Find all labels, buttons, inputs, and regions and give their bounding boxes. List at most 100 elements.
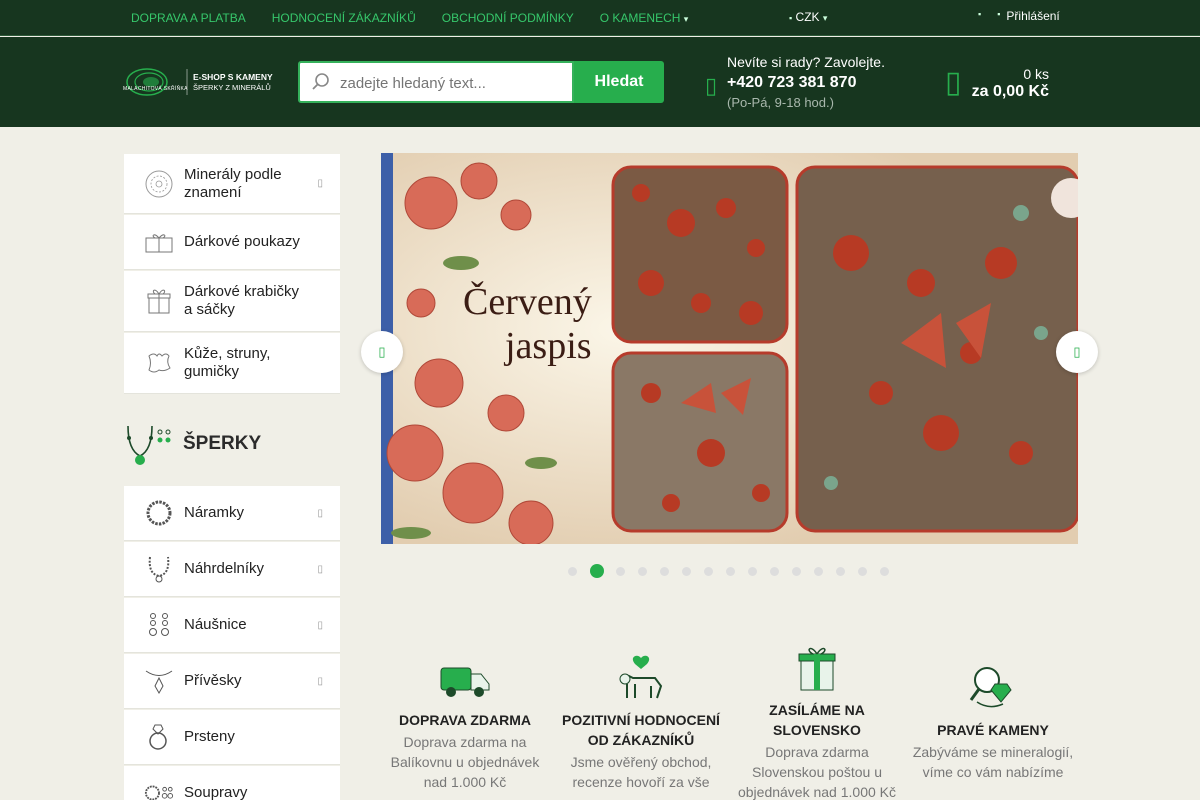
feature-positive-reviews: POZITIVNÍ HODNOCENÍ OD ZÁKAZNÍKŮ Jsme ov… <box>556 650 726 792</box>
sidebar-item-gift-boxes[interactable]: Dárkové krabičky a sáčky <box>124 271 340 332</box>
sidebar-item-jewelry-sets[interactable]: Soupravy <box>124 766 340 800</box>
pendant-icon <box>144 666 174 696</box>
slide-title-line1: Červený <box>463 281 592 323</box>
feature-text: Doprava zdarma na Balíkovnu u objednávek… <box>390 734 540 790</box>
arrow-right-icon: ▯ <box>1073 344 1081 359</box>
carousel-dot[interactable] <box>638 566 647 576</box>
nav-link-about-stones-label: O KAMENECH <box>599 11 681 25</box>
contact-prompt: Nevíte si rady? Zavolejte. <box>727 54 885 70</box>
carousel-dot[interactable] <box>880 566 889 576</box>
login-label: Přihlášení <box>1006 9 1060 23</box>
nav-link-reviews[interactable]: HODNOCENÍ ZÁKAZNÍKŮ <box>272 11 416 25</box>
bracelet-icon <box>144 498 174 528</box>
cart-widget[interactable]: ▯ 0 ks za 0,00 Kč <box>945 63 1055 107</box>
leather-icon <box>144 348 174 378</box>
gift-voucher-icon <box>144 227 174 257</box>
carousel-dots <box>568 564 902 578</box>
sidebar-item-gift-vouchers[interactable]: Dárkové poukazy <box>124 215 340 270</box>
feature-title: DOPRAVA ZDARMA <box>399 712 531 728</box>
feature-title: POZITIVNÍ HODNOCENÍ OD ZÁKAZNÍKŮ <box>562 712 720 748</box>
sidebar-item-label: Minerály podle znamení <box>184 165 282 201</box>
logo-icon <box>126 68 188 96</box>
user-icon: ▪ <box>978 9 982 19</box>
feature-title: ZASÍLÁME NA SLOVENSKO <box>769 702 865 738</box>
carousel-next-button[interactable]: ▯ <box>1056 331 1098 373</box>
ring-icon <box>144 722 174 752</box>
slide-title-line2: jaspis <box>505 325 592 367</box>
contact-info: ▯ Nevíte si rady? Zavolejte. +420 723 38… <box>705 53 905 113</box>
zodiac-icon <box>144 169 174 199</box>
nav-link-shipping[interactable]: DOPRAVA A PLATBA <box>131 11 246 25</box>
nav-link-terms[interactable]: OBCHODNÍ PODMÍNKY <box>442 11 574 25</box>
currency-icon: ▪ <box>789 13 793 23</box>
search-input[interactable] <box>340 72 565 94</box>
feature-text: Jsme ověřený obchod, recenze hovoří za v… <box>570 754 712 790</box>
necklace-emblem-icon <box>124 420 174 473</box>
feature-genuine-stones: PRAVÉ KAMENY Zabýváme se mineralogií, ví… <box>908 660 1078 782</box>
carousel-dot[interactable] <box>616 566 625 576</box>
feature-text: Zabýváme se mineralogií, víme co vám nab… <box>912 744 1074 780</box>
feature-free-shipping: DOPRAVA ZDARMA Doprava zdarma na Balíkov… <box>380 650 550 792</box>
jewelry-set-icon <box>144 778 174 800</box>
hero-slide[interactable]: Červený jaspis <box>381 153 1078 544</box>
carousel-dot[interactable] <box>814 566 823 576</box>
carousel-dot[interactable] <box>568 566 577 576</box>
nav-link-about-stones[interactable]: O KAMENECH ▾ <box>600 11 689 25</box>
hero-slide-image <box>381 153 1078 544</box>
happy-dog-icon <box>556 650 726 702</box>
sidebar-item-earrings[interactable]: Náušnice ▯ <box>124 598 340 653</box>
carousel-dot[interactable] <box>792 566 801 576</box>
login-link[interactable]: ▪ ▪ Přihlášení <box>978 9 1060 23</box>
chevron-right-icon: ▯ <box>317 619 323 631</box>
sidebar-item-zodiac-minerals[interactable]: Minerály podle znamení ▯ <box>124 154 340 214</box>
sidebar-item-pendants[interactable]: Přívěsky ▯ <box>124 654 340 709</box>
earrings-icon <box>144 610 174 640</box>
cart-count: 0 ks <box>1023 66 1049 82</box>
carousel-dot[interactable] <box>836 566 845 576</box>
sidebar-item-label: Soupravy <box>184 784 248 800</box>
currency-label: CZK <box>795 10 820 24</box>
carousel-prev-button[interactable]: ▯ <box>361 331 403 373</box>
magnifier-gem-icon <box>908 660 1078 712</box>
carousel-dot[interactable] <box>858 566 867 576</box>
search-icon <box>311 72 331 97</box>
feature-ship-to-slovakia: ZASÍLÁME NA SLOVENSKO Doprava zdarma Slo… <box>732 640 902 800</box>
contact-phone[interactable]: +420 723 381 870 <box>727 74 856 92</box>
carousel-dot[interactable] <box>748 566 757 576</box>
cart-icon: ▯ <box>945 66 962 99</box>
gift-box-icon <box>144 286 174 316</box>
logo-tagline-2: ŠPERKY Z MINERÁLŮ <box>193 83 271 92</box>
chevron-right-icon: ▯ <box>317 563 323 575</box>
chevron-down-icon: ▾ <box>683 14 689 24</box>
site-logo[interactable]: MALACHITOVÁ SKŘÍŇKA E-SHOP S KAMENY ŠPER… <box>123 64 283 100</box>
cart-total: za 0,00 Kč <box>971 83 1049 100</box>
contact-hours: (Po-Pá, 9-18 hod.) <box>727 95 834 110</box>
phone-icon: ▯ <box>705 73 718 98</box>
sidebar-item-necklaces[interactable]: Náhrdelníky ▯ <box>124 542 340 597</box>
sidebar-item-rings[interactable]: Prsteny <box>124 710 340 765</box>
search-box <box>298 61 574 103</box>
sidebar-item-leather-cords[interactable]: Kůže, struny, gumičky <box>124 333 340 394</box>
carousel-dot[interactable] <box>704 566 713 576</box>
carousel-dot[interactable] <box>726 566 735 576</box>
logo-tagline-1: E-SHOP S KAMENY <box>193 72 273 82</box>
feature-title: PRAVÉ KAMENY <box>937 722 1049 738</box>
chevron-down-icon: ▾ <box>822 13 828 23</box>
feature-text: Doprava zdarma Slovenskou poštou u objed… <box>737 744 896 800</box>
chevron-right-icon: ▯ <box>317 675 323 687</box>
jewelry-section-heading: ŠPERKY <box>124 420 340 470</box>
currency-selector[interactable]: ▪ CZK ▾ <box>789 10 827 24</box>
carousel-dot[interactable] <box>770 566 779 576</box>
carousel-dot[interactable] <box>590 564 604 578</box>
delivery-van-icon <box>380 650 550 702</box>
carousel-dot[interactable] <box>682 566 691 576</box>
search-button[interactable]: Hledat <box>574 61 664 103</box>
top-bar: DOPRAVA A PLATBA HODNOCENÍ ZÁKAZNÍKŮ OBC… <box>0 0 1200 36</box>
sidebar-item-bracelets[interactable]: Náramky ▯ <box>124 486 340 541</box>
carousel-dot[interactable] <box>660 566 669 576</box>
sidebar-item-label: Náramky <box>184 504 245 521</box>
lock-icon: ▪ <box>997 9 1001 19</box>
sidebar-item-label: Náhrdelníky <box>184 560 265 577</box>
header: MALACHITOVÁ SKŘÍŇKA E-SHOP S KAMENY ŠPER… <box>0 37 1200 127</box>
sidebar-item-label: Prsteny <box>184 728 235 745</box>
